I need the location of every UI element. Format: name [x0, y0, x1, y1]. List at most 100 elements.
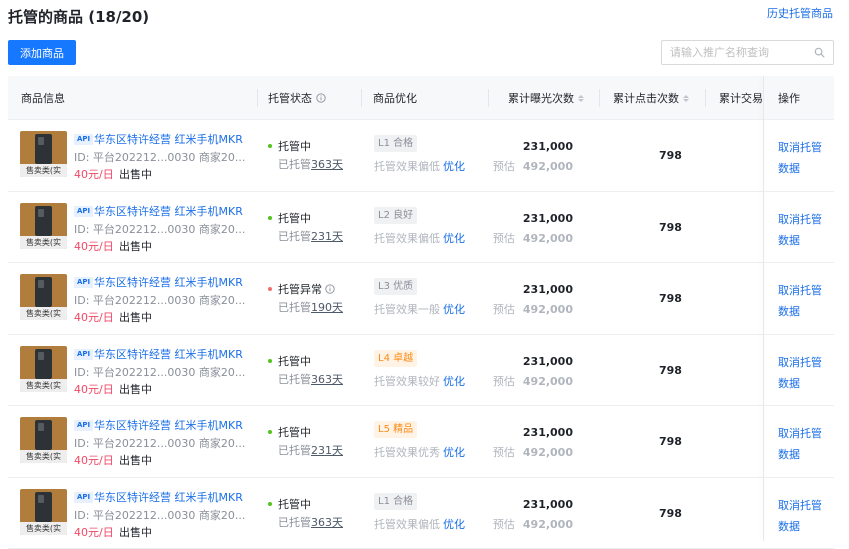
optimization-hint: 托管效果偏低优化	[374, 158, 465, 174]
add-product-button[interactable]: 添加商品	[8, 40, 76, 65]
cancel-hosting-data-link[interactable]: 取消托管数据	[778, 495, 828, 537]
status-dot	[268, 287, 272, 291]
exposure-count: 231,000	[523, 283, 573, 296]
optimization-hint: 托管效果偏低优化	[374, 230, 465, 246]
product-thumbnail[interactable]: 售卖类(实	[20, 274, 67, 320]
cancel-hosting-data-link[interactable]: 取消托管数据	[778, 352, 828, 394]
product-price: 40元/日	[74, 452, 114, 468]
product-id: ID: 平台202212...0030 商家20...	[74, 221, 250, 237]
product-type-tag: 售卖类(实	[20, 379, 67, 392]
exposure-estimate: 预估492,000	[493, 158, 573, 174]
product-type-tag: 售卖类(实	[20, 164, 67, 177]
sort-icon[interactable]	[683, 95, 689, 102]
product-thumbnail[interactable]: 售卖类(实	[20, 489, 67, 535]
product-id: ID: 平台202212...0030 商家20...	[74, 435, 250, 451]
col-actions: 操作	[778, 76, 800, 120]
search-icon[interactable]	[814, 47, 825, 58]
hosting-status: 托管中	[278, 424, 311, 440]
quality-level-badge: L2 良好	[374, 207, 417, 224]
hosting-status: 托管异常	[278, 281, 335, 297]
exposure-estimate: 预估492,000	[493, 301, 573, 317]
product-name-link[interactable]: 华东区特许经营 红米手机MKR	[94, 131, 243, 147]
product-id: ID: 平台202212...0030 商家20...	[74, 292, 250, 308]
exposure-estimate: 预估492,000	[493, 230, 573, 246]
product-price: 40元/日	[74, 238, 114, 254]
sale-status: 出售中	[119, 309, 152, 325]
hosting-status: 托管中	[278, 496, 311, 512]
product-thumbnail[interactable]: 售卖类(实	[20, 417, 67, 463]
product-type-tag: 售卖类(实	[20, 522, 67, 535]
quality-level-badge: L3 优质	[374, 278, 417, 295]
cancel-hosting-data-link[interactable]: 取消托管数据	[778, 423, 828, 465]
info-icon[interactable]	[325, 284, 335, 294]
col-clicks[interactable]: 累计点击次数	[613, 76, 689, 120]
history-products-link[interactable]: 历史托管商品	[767, 5, 833, 21]
click-count: 798	[659, 364, 682, 377]
product-type-tag: 售卖类(实	[20, 236, 67, 249]
api-badge: API	[74, 206, 93, 217]
product-price: 40元/日	[74, 381, 114, 397]
quality-level-badge: L4 卓越	[374, 350, 417, 367]
sale-status: 出售中	[119, 238, 152, 254]
product-type-tag: 售卖类(实	[20, 450, 67, 463]
page-title: 托管的商品 (18/20)	[8, 6, 149, 27]
api-badge: API	[74, 134, 93, 145]
hosting-days: 已托管363天	[278, 514, 343, 530]
product-name-link[interactable]: 华东区特许经营 红米手机MKR	[94, 417, 243, 433]
info-icon[interactable]	[316, 93, 326, 103]
optimize-link[interactable]: 优化	[443, 160, 465, 173]
hosting-days: 已托管231天	[278, 442, 343, 458]
exposure-count: 231,000	[523, 355, 573, 368]
hosting-days-value[interactable]: 363天	[311, 516, 343, 529]
api-badge: API	[74, 420, 93, 431]
product-thumbnail[interactable]: 售卖类(实	[20, 203, 67, 249]
optimization-hint: 托管效果一般优化	[374, 301, 465, 317]
table-header: 商品信息 托管状态 商品优化 累计曝光次数 累计点击次数 累计交易 操作	[8, 76, 834, 120]
optimization-hint: 托管效果较好优化	[374, 373, 465, 389]
product-name-link[interactable]: 华东区特许经营 红米手机MKR	[94, 274, 243, 290]
optimize-link[interactable]: 优化	[443, 446, 465, 459]
sale-status: 出售中	[119, 452, 152, 468]
product-thumbnail[interactable]: 售卖类(实	[20, 131, 67, 177]
table-row: 售卖类(实 API 华东区特许经营 红米手机MKR ID: 平台202212..…	[8, 478, 834, 549]
hosting-days: 已托管363天	[278, 371, 343, 387]
optimize-link[interactable]: 优化	[443, 232, 465, 245]
cancel-hosting-data-link[interactable]: 取消托管数据	[778, 280, 828, 322]
sort-icon[interactable]	[578, 95, 584, 102]
hosting-status: 托管中	[278, 138, 311, 154]
table-body: 售卖类(实 API 华东区特许经营 红米手机MKR ID: 平台202212..…	[8, 120, 834, 549]
status-dot	[268, 502, 272, 506]
search-box[interactable]	[661, 40, 834, 65]
product-thumbnail[interactable]: 售卖类(实	[20, 346, 67, 392]
hosting-days-value[interactable]: 190天	[311, 301, 343, 314]
cancel-hosting-data-link[interactable]: 取消托管数据	[778, 137, 828, 179]
hosting-days-value[interactable]: 363天	[311, 158, 343, 171]
col-transactions[interactable]: 累计交易	[719, 76, 764, 120]
hosting-days-value[interactable]: 231天	[311, 444, 343, 457]
hosting-days-value[interactable]: 231天	[311, 230, 343, 243]
click-count: 798	[659, 221, 682, 234]
exposure-count: 231,000	[523, 140, 573, 153]
optimization-hint: 托管效果优秀优化	[374, 444, 465, 460]
sale-status: 出售中	[119, 166, 152, 182]
optimize-link[interactable]: 优化	[443, 375, 465, 388]
cancel-hosting-data-link[interactable]: 取消托管数据	[778, 209, 828, 251]
product-name-link[interactable]: 华东区特许经营 红米手机MKR	[94, 203, 243, 219]
product-name-link[interactable]: 华东区特许经营 红米手机MKR	[94, 489, 243, 505]
page-header: 托管的商品 (18/20) 历史托管商品	[0, 0, 849, 34]
optimize-link[interactable]: 优化	[443, 303, 465, 316]
product-price: 40元/日	[74, 166, 114, 182]
hosting-days-value[interactable]: 363天	[311, 373, 343, 386]
product-price: 40元/日	[74, 309, 114, 325]
search-input[interactable]	[670, 41, 810, 64]
api-badge: API	[74, 277, 93, 288]
click-count: 798	[659, 435, 682, 448]
click-count: 798	[659, 507, 682, 520]
col-hosting-status: 托管状态	[268, 76, 326, 120]
col-product-optimization: 商品优化	[373, 76, 417, 120]
hosting-days: 已托管190天	[278, 299, 343, 315]
optimize-link[interactable]: 优化	[443, 518, 465, 531]
col-exposure[interactable]: 累计曝光次数	[508, 76, 584, 120]
product-name-link[interactable]: 华东区特许经营 红米手机MKR	[94, 346, 243, 362]
status-dot	[268, 144, 272, 148]
